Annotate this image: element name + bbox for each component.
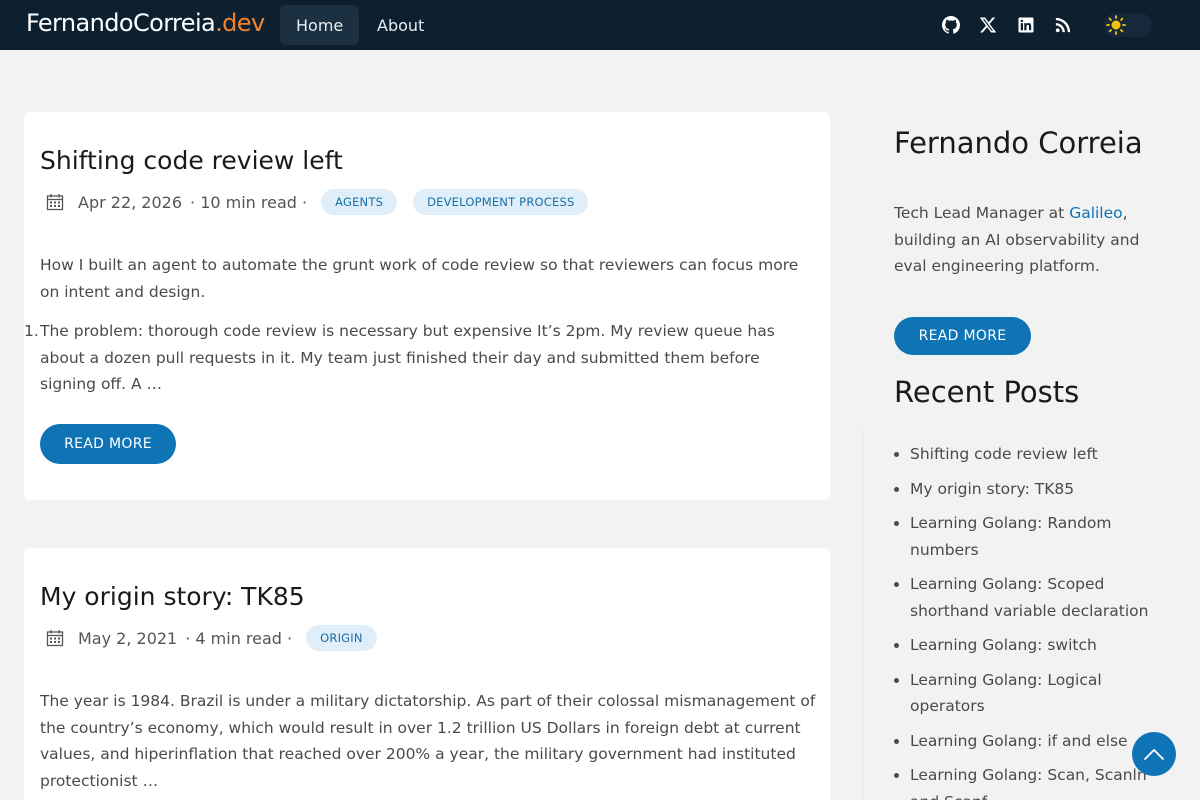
brand-tld: .dev xyxy=(215,9,265,37)
rss-icon[interactable] xyxy=(1053,15,1073,35)
sun-icon xyxy=(1106,15,1126,35)
recent-post-link[interactable]: Learning Golang: Random numbers xyxy=(910,510,1162,563)
scroll-to-top-button[interactable] xyxy=(1132,732,1176,776)
calendar-icon xyxy=(46,194,64,211)
recent-post-link[interactable]: Shifting code review left xyxy=(910,441,1162,468)
sidebar-read-more-button[interactable]: READ MORE xyxy=(894,317,1031,355)
post-title[interactable]: My origin story: TK85 xyxy=(40,582,305,611)
post-title[interactable]: Shifting code review left xyxy=(40,146,343,175)
post-meta: May 2, 2021 · 4 min read · ORIGIN xyxy=(46,624,377,652)
galileo-link[interactable]: Galileo xyxy=(1069,204,1122,222)
post-excerpt: How I built an agent to automate the gru… xyxy=(40,256,799,301)
top-navbar: FernandoCorreia.dev Home About xyxy=(0,0,1200,50)
nav-home[interactable]: Home xyxy=(280,5,360,45)
recent-posts-list: Shifting code review left My origin stor… xyxy=(910,441,1162,800)
author-bio: Tech Lead Manager at Galileo, building a… xyxy=(894,200,1164,280)
recent-post-link[interactable]: My origin story: TK85 xyxy=(910,476,1162,503)
tag-origin[interactable]: ORIGIN xyxy=(306,625,377,651)
linkedin-icon[interactable] xyxy=(1016,15,1036,35)
github-icon[interactable] xyxy=(941,15,961,35)
recent-post-link[interactable]: Learning Golang: if and else xyxy=(910,728,1162,755)
post-card: My origin story: TK85 May 2, 2021 · 4 mi… xyxy=(24,548,830,800)
read-time: · 4 min read · xyxy=(185,628,293,648)
tag-development-process[interactable]: DEVELOPMENT PROCESS xyxy=(413,189,589,215)
author-name: Fernando Correia xyxy=(894,126,1143,160)
theme-toggle[interactable] xyxy=(1104,13,1152,37)
site-logo[interactable]: FernandoCorreia.dev xyxy=(26,9,265,37)
read-time: · 10 min read · xyxy=(190,192,308,212)
tag-agents[interactable]: AGENTS xyxy=(321,189,398,215)
post-date: Apr 22, 2026 xyxy=(78,192,183,212)
recent-post-link[interactable]: Learning Golang: switch xyxy=(910,632,1162,659)
post-meta: Apr 22, 2026 · 10 min read · AGENTS DEVE… xyxy=(46,188,589,216)
read-more-button[interactable]: READ MORE xyxy=(40,424,176,464)
post-excerpt-list-item: 1. The problem: thorough code review is … xyxy=(24,318,820,398)
recent-post-link[interactable]: Learning Golang: Logical operators xyxy=(910,667,1162,720)
brand-name: FernandoCorreia xyxy=(26,9,216,37)
recent-post-link[interactable]: Learning Golang: Scoped shorthand variab… xyxy=(910,571,1162,624)
calendar-icon xyxy=(46,630,64,647)
post-excerpt: The year is 1984. Brazil is under a mili… xyxy=(40,692,816,790)
bio-prefix: Tech Lead Manager at xyxy=(894,204,1070,222)
x-icon[interactable] xyxy=(978,15,998,35)
post-date: May 2, 2021 xyxy=(78,628,178,648)
chevron-up-icon xyxy=(1144,749,1164,760)
recent-posts-heading: Recent Posts xyxy=(894,375,1080,409)
recent-post-link[interactable]: Learning Golang: Scan, Scanln and Scanf xyxy=(910,762,1162,800)
list-text: The problem: thorough code review is nec… xyxy=(40,322,775,393)
sidebar-divider xyxy=(862,430,863,800)
post-card: Shifting code review left Apr 22, 2026 ·… xyxy=(24,112,830,500)
list-number: 1. xyxy=(24,322,39,340)
nav-about[interactable]: About xyxy=(361,5,440,45)
